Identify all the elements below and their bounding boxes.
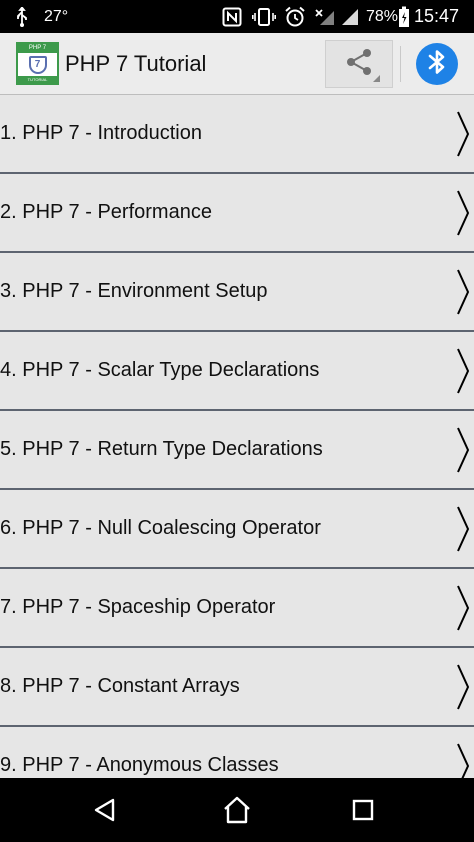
back-icon [94,798,115,822]
list-item-label: 2. PHP 7 - Performance [0,201,212,223]
chevron-right-icon [457,269,470,315]
chevron-right-icon [457,190,470,236]
list-item[interactable]: 5. PHP 7 - Return Type Declarations [0,411,474,490]
bluetooth-button[interactable] [416,43,458,85]
list-item-label: 4. PHP 7 - Scalar Type Declarations [0,359,320,381]
share-icon [344,47,374,82]
list-item-label: 6. PHP 7 - Null Coalescing Operator [0,517,321,539]
list-item-label: 1. PHP 7 - Introduction [0,122,202,144]
vibrate-icon [252,0,276,33]
signal-icon [340,0,360,33]
chevron-right-icon [457,348,470,394]
chevron-right-icon [457,743,470,778]
back-button[interactable] [75,778,135,842]
list-item[interactable]: 1. PHP 7 - Introduction [0,95,474,174]
list-item[interactable]: 2. PHP 7 - Performance [0,174,474,253]
logo-top-text: PHP 7 [18,44,57,53]
no-signal-icon [314,0,336,33]
chevron-right-icon [457,111,470,157]
list-item[interactable]: 6. PHP 7 - Null Coalescing Operator [0,490,474,569]
list-item-label: 8. PHP 7 - Constant Arrays [0,675,240,697]
list-item[interactable]: 8. PHP 7 - Constant Arrays [0,648,474,727]
list-item[interactable]: 4. PHP 7 - Scalar Type Declarations [0,332,474,411]
list-item-label: 7. PHP 7 - Spaceship Operator [0,596,276,618]
chevron-right-icon [457,664,470,710]
home-icon [224,796,250,824]
clock: 15:47 [414,6,460,26]
logo-shield-icon: 7 [28,55,47,74]
share-button[interactable] [325,40,393,88]
list-item-label: 5. PHP 7 - Return Type Declarations [0,438,323,460]
tutorial-list: 1. PHP 7 - Introduction 2. PHP 7 - Perfo… [0,95,474,778]
logo-bottom-text: TUTORIAL [18,76,57,83]
battery-icon [398,0,410,33]
overflow-indicator [373,75,380,82]
recents-icon [352,799,374,821]
app-title: PHP 7 Tutorial [65,51,207,76]
divider [400,46,401,82]
usb-icon [14,0,30,33]
chevron-right-icon [457,506,470,552]
app-bar: PHP 7 7 TUTORIAL PHP 7 Tutorial [0,33,474,95]
list-item[interactable]: 9. PHP 7 - Anonymous Classes [0,727,474,778]
list-item[interactable]: 7. PHP 7 - Spaceship Operator [0,569,474,648]
chevron-right-icon [457,585,470,631]
app-logo: PHP 7 7 TUTORIAL [16,42,59,85]
status-bar: 27° 78% 15:47 [0,0,474,33]
navigation-bar [0,778,474,842]
alarm-icon [284,0,306,33]
list-item-label: 9. PHP 7 - Anonymous Classes [0,754,279,776]
temperature: 27° [44,7,69,25]
battery-percent: 78% [366,7,399,25]
chevron-right-icon [457,427,470,473]
nfc-icon [222,0,242,33]
bluetooth-icon [426,48,448,81]
home-button[interactable] [207,778,267,842]
recents-button[interactable] [333,778,393,842]
list-item-label: 3. PHP 7 - Environment Setup [0,280,268,302]
list-item[interactable]: 3. PHP 7 - Environment Setup [0,253,474,332]
